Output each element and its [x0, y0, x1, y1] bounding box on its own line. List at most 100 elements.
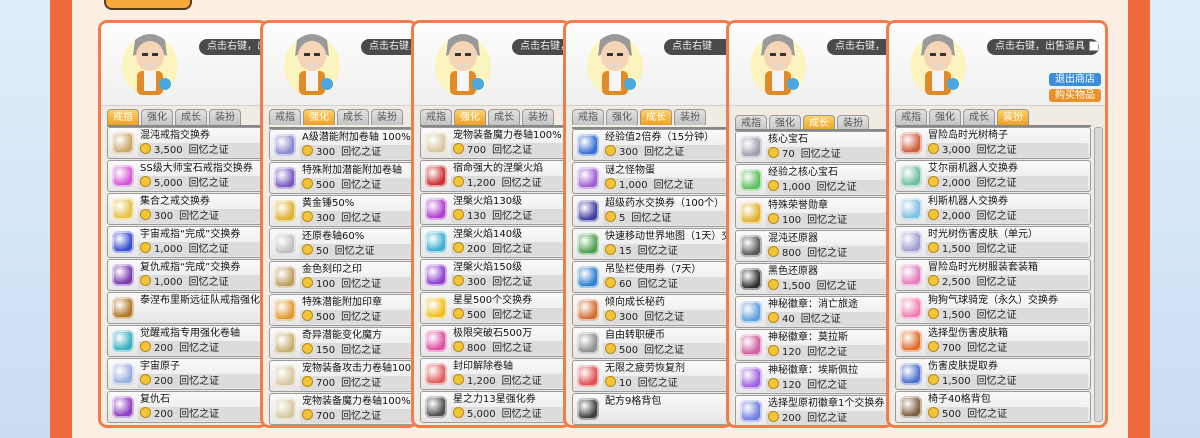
tab-growth[interactable]: 成长	[963, 109, 995, 125]
shop-item-list: 混沌戒指交换券 3,500 回忆之证 SS级大师宝石戒指交换券 5,000 回忆之证 集合之…	[107, 125, 265, 424]
list-item[interactable]: 宠物装备魔力卷轴100% 700 回忆之证	[420, 127, 568, 159]
item-name: 利斯机器人交换券	[928, 196, 1008, 207]
price-unit: 回忆之证	[188, 244, 229, 255]
tab-enhance[interactable]: 强化	[606, 109, 638, 125]
list-item[interactable]: 宠物装备魔力卷轴100% 700 回忆之证	[269, 393, 415, 425]
list-item[interactable]: 选择型伤害皮肤箱 700 回忆之证	[895, 325, 1091, 357]
list-item[interactable]: 极限突破石500万 800 回忆之证	[420, 325, 568, 357]
list-item[interactable]: 谜之怪物蛋 1,000 回忆之证	[572, 162, 730, 194]
list-item[interactable]: 黄金锤50% 300 回忆之证	[269, 195, 415, 227]
list-item[interactable]: 黑色还原器 1,500 回忆之证	[735, 263, 891, 295]
list-item[interactable]: 经验值2倍券（15分钟） 300 回忆之证	[572, 129, 730, 161]
buy-item-button[interactable]: 购买物品	[1049, 89, 1101, 102]
tab-growth[interactable]: 成长	[337, 109, 369, 125]
item-text: 泰涅布里斯远征队戒指强化	[138, 293, 264, 323]
tab-growth[interactable]: 成长	[175, 109, 207, 125]
list-item[interactable]: 特殊附加潜能附加卷轴 500 回忆之证	[269, 162, 415, 194]
list-item[interactable]: A级潜能附加卷轴 100% 300 回忆之证	[269, 129, 415, 161]
list-scrollbar[interactable]	[1094, 127, 1103, 422]
list-item[interactable]: 椅子40格背包 500 回忆之证	[895, 391, 1091, 423]
coin-icon	[768, 180, 779, 191]
sell-mode-checkbox[interactable]	[1089, 41, 1099, 51]
list-item[interactable]: 宿命强大的涅槃火焰 1,200 回忆之证	[420, 160, 568, 192]
list-item[interactable]: 特殊荣誉勋章 100 回忆之证	[735, 197, 891, 229]
tab-enhance[interactable]: 强化	[303, 109, 335, 125]
list-item[interactable]: 星之力13星强化券 5,000 回忆之证	[420, 391, 568, 423]
list-item[interactable]: 觉醒戒指专用强化卷轴 200 回忆之证	[107, 325, 265, 357]
list-item[interactable]: 金色刻印之印 100 回忆之证	[269, 261, 415, 293]
list-item[interactable]: 宇宙戒指“完成”交换券 1,000 回忆之证	[107, 226, 265, 258]
list-item[interactable]: 神秘徽章：埃斯佩拉 120 回忆之证	[735, 362, 891, 394]
list-item[interactable]: 特殊潜能附加印章 500 回忆之证	[269, 294, 415, 326]
list-item[interactable]: 神秘徽章：消亡旅途 40 回忆之证	[735, 296, 891, 328]
list-item[interactable]: 经验之核心宝石 1,000 回忆之证	[735, 164, 891, 196]
list-item[interactable]: 时光树伤害皮肤（单元） 1,500 回忆之证	[895, 226, 1091, 258]
list-item[interactable]: 冒险岛时光树服装套装箱 2,500 回忆之证	[895, 259, 1091, 291]
list-item[interactable]: 泰涅布里斯远征队戒指强化	[107, 292, 265, 324]
tab-cosmetic[interactable]: 装扮	[209, 109, 241, 125]
item-text: 极限突破石500万 800 回忆之证	[451, 326, 567, 356]
list-item[interactable]: 宠物装备攻击力卷轴100 700 回忆之证	[269, 360, 415, 392]
tab-cosmetic[interactable]: 装扮	[997, 109, 1029, 125]
list-item[interactable]: 利斯机器人交换券 2,000 回忆之证	[895, 193, 1091, 225]
list-item[interactable]: 超级药水交换券（100个） 5 回忆之证	[572, 195, 730, 227]
list-item[interactable]: 涅槃火焰140级 200 回忆之证	[420, 226, 568, 258]
item-text: 混沌还原器 800 回忆之证	[766, 231, 890, 261]
tab-cosmetic[interactable]: 装扮	[371, 109, 403, 125]
list-item[interactable]: 混沌戒指交换券 3,500 回忆之证	[107, 127, 265, 159]
tab-ring[interactable]: 戒指	[269, 109, 301, 125]
list-item[interactable]: 伤害皮肤提取券 1,500 回忆之证	[895, 358, 1091, 390]
list-item[interactable]: 涅槃火焰150级 300 回忆之证	[420, 259, 568, 291]
item-text: 复仇戒指“完成”交换券 1,000 回忆之证	[138, 260, 264, 290]
list-item[interactable]: 星星500个交换券 500 回忆之证	[420, 292, 568, 324]
list-item[interactable]: SS级大师宝石戒指交换券 5,000 回忆之证	[107, 160, 265, 192]
list-item[interactable]: 混沌还原器 800 回忆之证	[735, 230, 891, 262]
tab-ring[interactable]: 戒指	[420, 109, 452, 125]
list-item[interactable]: 宇宙原子 200 回忆之证	[107, 358, 265, 390]
list-item[interactable]: 配方9格背包	[572, 393, 730, 425]
list-item[interactable]: 自由转职硬币 500 回忆之证	[572, 327, 730, 359]
tab-enhance[interactable]: 强化	[929, 109, 961, 125]
exit-shop-button[interactable]: 退出商店	[1049, 73, 1101, 86]
item-name: 复仇石	[140, 394, 170, 405]
list-item[interactable]: 集合之戒交换券 300 回忆之证	[107, 193, 265, 225]
tab-ring[interactable]: 戒指	[107, 109, 139, 125]
tab-cosmetic[interactable]: 装扮	[522, 109, 554, 125]
price-unit: 回忆之证	[967, 343, 1008, 354]
item-text: 还原卷轴60% 50 回忆之证	[300, 229, 414, 259]
list-item[interactable]: 核心宝石 70 回忆之证	[735, 131, 891, 163]
scroll-icon	[108, 293, 138, 323]
ticket-icon	[573, 262, 603, 292]
price-unit: 回忆之证	[816, 182, 857, 193]
tab-growth[interactable]: 成长	[640, 109, 672, 125]
list-item[interactable]: 选择型原初徽章1个交换券 200 回忆之证	[735, 395, 891, 425]
list-item[interactable]: 神秘徽章：莫拉斯 120 回忆之证	[735, 329, 891, 361]
tab-growth[interactable]: 成长	[488, 109, 520, 125]
list-item[interactable]: 封印解除卷轴 1,200 回忆之证	[420, 358, 568, 390]
list-item[interactable]: 吊坠栏使用券（7天） 60 回忆之证	[572, 261, 730, 293]
list-item[interactable]: 还原卷轴60% 50 回忆之证	[269, 228, 415, 260]
list-item[interactable]: 快速移动世界地图（1天）交 15 回忆之证	[572, 228, 730, 260]
item-name: 宇宙戒指“完成”交换券	[140, 229, 241, 240]
item-text: 宇宙戒指“完成”交换券 1,000 回忆之证	[138, 227, 264, 257]
npc-merchant-portrait	[903, 26, 973, 102]
list-item[interactable]: 奇异潜能变化魔方 150 回忆之证	[269, 327, 415, 359]
list-item[interactable]: 无限之疲劳恢复剂 10 回忆之证	[572, 360, 730, 392]
coin-icon	[768, 279, 779, 290]
item-text: 涅槃火焰140级 200 回忆之证	[451, 227, 567, 257]
list-item[interactable]: 涅槃火焰130级 130 回忆之证	[420, 193, 568, 225]
tab-ring[interactable]: 戒指	[572, 109, 604, 125]
shop-category-tabs: 戒指 强化 成长 装扮	[269, 109, 403, 125]
list-item[interactable]: 复仇戒指“完成”交换券 1,000 回忆之证	[107, 259, 265, 291]
list-item[interactable]: 狗狗气球骑宠（永久）交换券 1,500 回忆之证	[895, 292, 1091, 324]
ring-icon	[108, 161, 138, 191]
list-item[interactable]: 艾尔丽机器人交换券 2,000 回忆之证	[895, 160, 1091, 192]
tab-ring[interactable]: 戒指	[895, 109, 927, 125]
tab-enhance[interactable]: 强化	[141, 109, 173, 125]
robot-icon	[896, 161, 926, 191]
list-item[interactable]: 复仇石 200 回忆之证	[107, 391, 265, 423]
tab-enhance[interactable]: 强化	[454, 109, 486, 125]
tab-cosmetic[interactable]: 装扮	[674, 109, 706, 125]
list-item[interactable]: 倾向成长秘药 300 回忆之证	[572, 294, 730, 326]
list-item[interactable]: 冒险岛时光树椅子 3,000 回忆之证	[895, 127, 1091, 159]
